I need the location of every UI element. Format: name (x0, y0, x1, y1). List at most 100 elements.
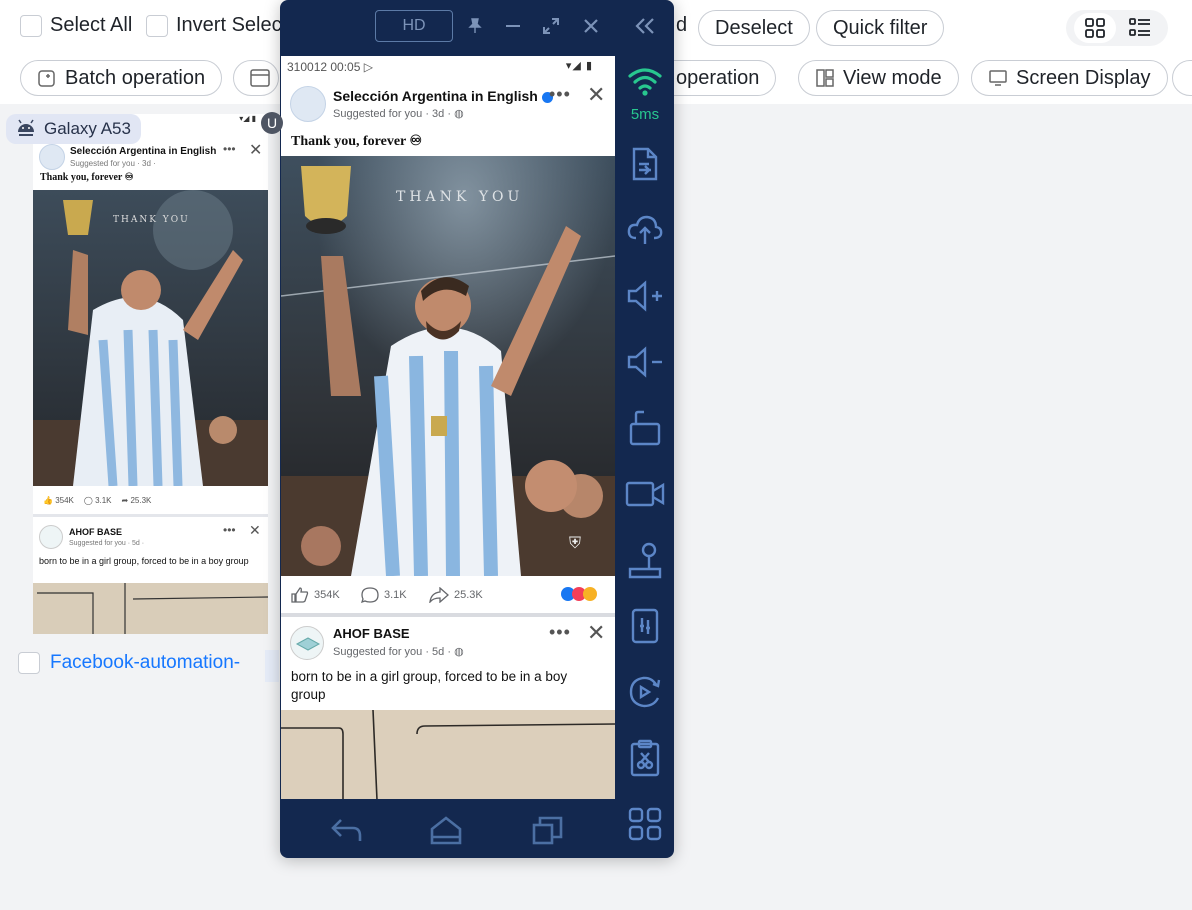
operation-button[interactable]: operation (660, 60, 777, 96)
phone-screen[interactable]: 310012 00:05 ▷ ▾◢ ▮ Selección Argentina … (281, 56, 615, 799)
more-apps-icon[interactable] (616, 804, 674, 844)
invert-selection-checkbox[interactable]: Invert Selec (146, 14, 282, 37)
post-meta-text: Suggested for you · 3d · (333, 108, 452, 120)
checkbox-box[interactable] (20, 14, 42, 37)
device-name-row[interactable]: Facebook-automation- (18, 652, 240, 674)
page-name[interactable]: AHOF BASE (333, 626, 410, 641)
post-text: born to be in a girl group, forced to be… (291, 669, 568, 702)
clipboard-icon[interactable] (616, 738, 674, 778)
phone-settings-icon[interactable] (616, 606, 674, 646)
page-avatar[interactable] (290, 626, 324, 660)
mini-reaction-bar: 👍 354K ◯ 3.1K ➦ 25.3K (33, 486, 268, 514)
status-time-text: 310012 00:05 (287, 60, 361, 74)
mini-post-photo: THANK YOU (33, 190, 268, 486)
view-mode-button[interactable]: View mode (798, 60, 959, 96)
like-icon: 👍 354K (43, 495, 74, 505)
back-icon[interactable] (328, 812, 364, 848)
more-icon: ••• (223, 142, 236, 156)
page-avatar (39, 144, 65, 170)
close-window-icon[interactable] (579, 14, 603, 38)
feed-divider (281, 613, 615, 617)
share-count: 25.3K (454, 589, 483, 601)
page-avatar[interactable] (290, 86, 326, 122)
screen-display-label: Screen Display (1016, 66, 1151, 89)
pin-icon[interactable] (463, 14, 487, 38)
window-title-bar[interactable]: HD (280, 0, 674, 56)
comment-icon: ◯ 3.1K (83, 495, 112, 505)
screen-rotation-icon[interactable] (616, 672, 674, 712)
post-photo[interactable]: THANK YOU ⛨ (281, 156, 615, 576)
wifi-signal-icon[interactable] (616, 62, 674, 102)
page-name[interactable]: Selección Argentina in English (333, 88, 553, 104)
reaction-summary[interactable] (561, 587, 597, 601)
rename-handle[interactable] (265, 650, 279, 682)
mini-wall-photo (33, 583, 268, 634)
more-options-icon[interactable]: ••• (549, 622, 571, 643)
view-mode-label: View mode (843, 66, 942, 89)
device-model-tag: Galaxy A53 (6, 114, 141, 144)
device-select-checkbox[interactable] (18, 652, 40, 674)
volume-down-icon[interactable] (616, 342, 674, 382)
mini-post-2: AHOF BASE Suggested for you · 5d · ••• ✕… (33, 517, 268, 583)
post-meta: Suggested for you · 3d · ◍ (333, 107, 464, 120)
comment-button[interactable]: 3.1K (361, 587, 407, 603)
hidden-label-fragment: d (676, 14, 687, 37)
share-icon: ➦ 25.3K (121, 495, 152, 505)
latency-label: 5ms (630, 106, 660, 123)
close-icon[interactable]: ✕ (587, 82, 605, 108)
device-name-label[interactable]: Facebook-automation- (50, 652, 240, 674)
more-toolbar-button[interactable] (1172, 60, 1192, 96)
list-view-icon[interactable] (1119, 13, 1161, 43)
screen-display-button[interactable]: Screen Display (971, 60, 1168, 96)
batch-operation-icon (37, 68, 57, 88)
quality-button[interactable]: HD (375, 10, 453, 42)
post-caption: Thank you, forever ♾ (291, 134, 423, 149)
joystick-icon[interactable] (616, 540, 674, 580)
quick-filter-button[interactable]: Quick filter (816, 10, 945, 46)
phone-mirror-window[interactable]: HD 310012 00:05 ▷ ▾◢ ▮ Selección Argenti… (280, 0, 674, 858)
deselect-label: Deselect (715, 16, 793, 39)
screen-record-icon[interactable] (616, 474, 674, 514)
share-icon (429, 587, 449, 603)
maximize-icon[interactable] (539, 14, 563, 38)
share-button[interactable]: 25.3K (429, 587, 483, 603)
mini-page-name: Selección Argentina in English (70, 146, 217, 157)
batch-operation-button[interactable]: Batch operation (20, 60, 223, 96)
grid-view-icon[interactable] (1073, 13, 1116, 43)
mini-post2-meta: Suggested for you · 5d · (69, 540, 145, 547)
invert-selection-label: Invert Selec (176, 14, 282, 36)
like-button[interactable]: 354K (291, 587, 340, 603)
more-options-icon[interactable]: ••• (549, 84, 571, 105)
globe-icon: ◍ (454, 108, 464, 120)
device-card[interactable]: Galaxy A53 U ▾◢ ▮ Selección Argentina in… (0, 104, 283, 704)
comment-count: 3.1K (384, 589, 407, 601)
rotate-screen-icon[interactable] (616, 408, 674, 448)
cloud-upload-icon[interactable] (616, 210, 674, 250)
like-count: 354K (55, 495, 74, 505)
operation-label: operation (676, 66, 760, 89)
deselect-button[interactable]: Deselect (698, 10, 810, 46)
select-all-checkbox[interactable]: Select All (20, 14, 132, 37)
window-button[interactable] (233, 60, 279, 96)
close-icon[interactable]: ✕ (587, 620, 605, 646)
minimize-icon[interactable] (501, 14, 525, 38)
file-transfer-icon[interactable] (616, 144, 674, 184)
afa-crest-icon: ⛨ (569, 533, 581, 552)
batch-operation-label: Batch operation (65, 66, 206, 89)
home-icon[interactable] (428, 812, 464, 848)
recents-icon[interactable] (530, 812, 566, 848)
status-time: 310012 00:05 ▷ (287, 60, 373, 74)
side-toolbar: 5ms (616, 56, 674, 856)
usb-badge: U (261, 112, 283, 134)
page-name-text[interactable]: Selección Argentina in English (333, 88, 538, 104)
checkbox-box[interactable] (146, 14, 168, 37)
volume-up-icon[interactable] (616, 276, 674, 316)
post-photo[interactable] (281, 710, 615, 799)
more-icon: ••• (223, 523, 236, 537)
device-screen-thumbnail[interactable]: ▾◢ ▮ Selección Argentina in English Sugg… (33, 114, 268, 634)
collapse-sidebar-icon[interactable] (633, 14, 657, 38)
mini-post2-text: born to be in a girl group, forced to be… (39, 556, 249, 566)
layout-toggle (1066, 10, 1168, 46)
globe-icon: ◍ (454, 646, 464, 658)
mini-post2-page-name: AHOF BASE (69, 527, 123, 537)
